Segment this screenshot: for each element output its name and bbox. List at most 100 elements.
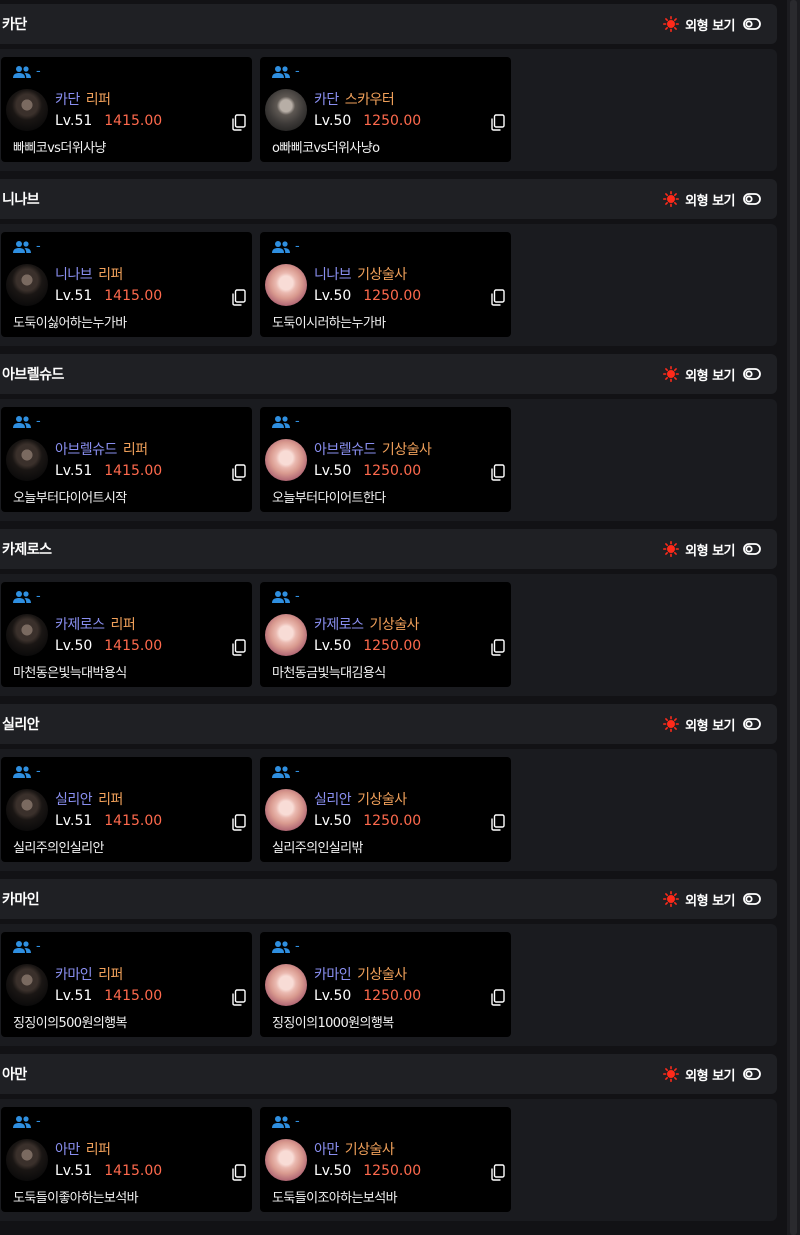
copy-icon[interactable] [232, 114, 246, 131]
server-title: 아만 [2, 1067, 27, 1083]
copy-icon[interactable] [491, 989, 505, 1006]
appearance-toggle[interactable]: 외형 보기 [663, 715, 761, 734]
users-icon [13, 416, 31, 428]
character-info: 실리안 리퍼 [55, 789, 123, 809]
copy-icon[interactable] [232, 464, 246, 481]
appearance-toggle[interactable]: 외형 보기 [663, 1065, 761, 1084]
character-name: o빠삐코vs더위사냥o [272, 141, 380, 156]
server-section: 실리안 외형 보기 - 실리안 리퍼 Lv.51 1415.00 실리주의인실리… [0, 704, 777, 871]
party-row: - [12, 590, 41, 604]
character-card[interactable]: - 카단 리퍼 Lv.51 1415.00 빠삐코vs더위사냥 [1, 57, 252, 162]
server-name: 카마인 [55, 967, 93, 983]
copy-icon[interactable] [491, 639, 505, 656]
class-name: 기상술사 [369, 617, 420, 633]
character-card[interactable]: - 아브렐슈드 기상술사 Lv.50 1250.00 오늘부터다이어트한다 [260, 407, 511, 512]
copy-icon[interactable] [232, 1164, 246, 1181]
toggle-off-icon[interactable] [743, 718, 761, 730]
party-text: - [295, 239, 300, 254]
character-name: 도둑들이조아하는보석바 [272, 1191, 398, 1206]
party-row: - [12, 240, 41, 254]
copy-icon[interactable] [232, 814, 246, 831]
avatar [265, 614, 307, 656]
server-name: 아브렐슈드 [55, 442, 117, 458]
toggle-off-icon[interactable] [743, 543, 761, 555]
copy-icon[interactable] [232, 989, 246, 1006]
character-card[interactable]: - 아만 기상술사 Lv.50 1250.00 도둑들이조아하는보석바 [260, 1107, 511, 1212]
users-icon [272, 416, 290, 428]
copy-icon[interactable] [232, 639, 246, 656]
character-card[interactable]: - 아브렐슈드 리퍼 Lv.51 1415.00 오늘부터다이어트시작 [1, 407, 252, 512]
character-level: Lv.50 [314, 113, 352, 129]
server-title: 카단 [2, 17, 27, 33]
appearance-toggle[interactable]: 외형 보기 [663, 15, 761, 34]
users-icon [272, 66, 290, 78]
item-level: 1250.00 [363, 813, 422, 829]
party-text: - [36, 764, 41, 779]
section-body: - 카제로스 리퍼 Lv.50 1415.00 마천동은빛늑대박용식 - 카제로스 기… [0, 574, 777, 696]
scrollbar[interactable] [787, 0, 800, 1235]
appearance-toggle[interactable]: 외형 보기 [663, 540, 761, 559]
party-text: - [36, 1114, 41, 1129]
class-name: 기상술사 [357, 967, 407, 983]
users-icon [272, 241, 290, 253]
character-info: 카마인 리퍼 [55, 964, 123, 984]
party-row: - [271, 65, 300, 79]
copy-icon[interactable] [491, 1164, 505, 1181]
appearance-toggle[interactable]: 외형 보기 [663, 365, 761, 384]
level-row: Lv.51 1415.00 [55, 288, 162, 304]
class-name: 리퍼 [98, 792, 123, 808]
character-card[interactable]: - 카제로스 리퍼 Lv.50 1415.00 마천동은빛늑대박용식 [1, 582, 252, 687]
users-icon [13, 941, 31, 953]
server-section: 카단 외형 보기 - 카단 리퍼 Lv.51 1415.00 빠삐코vs더위사냥… [0, 4, 777, 171]
copy-icon[interactable] [491, 814, 505, 831]
appearance-toggle-label: 외형 보기 [685, 543, 735, 559]
party-text: - [295, 1114, 300, 1129]
toggle-off-icon[interactable] [743, 18, 761, 30]
character-name: 도둑이싫어하는누가바 [13, 316, 127, 331]
appearance-toggle[interactable]: 외형 보기 [663, 190, 761, 209]
copy-icon[interactable] [491, 114, 505, 131]
server-name: 카제로스 [314, 617, 364, 633]
level-row: Lv.51 1415.00 [55, 988, 162, 1004]
server-name: 아만 [314, 1142, 339, 1158]
users-icon [13, 66, 31, 78]
level-row: Lv.50 1250.00 [314, 1163, 421, 1179]
toggle-off-icon[interactable] [743, 893, 761, 905]
section-body: - 니나브 리퍼 Lv.51 1415.00 도둑이싫어하는누가바 - 니나브 기상술… [0, 224, 777, 346]
character-info: 아브렐슈드 리퍼 [55, 439, 148, 459]
character-card[interactable]: - 아만 리퍼 Lv.51 1415.00 도둑들이좋아하는보석바 [1, 1107, 252, 1212]
character-card[interactable]: - 카단 스카우터 Lv.50 1250.00 o빠삐코vs더위사냥o [260, 57, 511, 162]
character-info: 카마인 기상술사 [314, 964, 407, 984]
toggle-off-icon[interactable] [743, 368, 761, 380]
character-info: 니나브 리퍼 [55, 264, 123, 284]
character-card[interactable]: - 실리안 기상술사 Lv.50 1250.00 실리주의인실리밖 [260, 757, 511, 862]
server-title: 니나브 [2, 192, 40, 208]
avatar [6, 1139, 48, 1181]
character-info: 아만 기상술사 [314, 1139, 395, 1159]
class-name: 리퍼 [85, 1142, 111, 1158]
character-card[interactable]: - 실리안 리퍼 Lv.51 1415.00 실리주의인실리안 [1, 757, 252, 862]
sun-icon [663, 1066, 680, 1082]
character-level: Lv.50 [55, 638, 93, 654]
toggle-off-icon[interactable] [743, 193, 761, 205]
party-row: - [271, 590, 300, 604]
scrollbar-thumb[interactable] [790, 0, 797, 1235]
character-card[interactable]: - 니나브 기상술사 Lv.50 1250.00 도둑이시러하는누가바 [260, 232, 511, 337]
party-text: - [36, 589, 41, 604]
appearance-toggle[interactable]: 외형 보기 [663, 890, 761, 909]
character-card[interactable]: - 카제로스 기상술사 Lv.50 1250.00 마천동금빛늑대김용식 [260, 582, 511, 687]
party-row: - [12, 1115, 41, 1129]
avatar [6, 264, 48, 306]
copy-icon[interactable] [491, 464, 505, 481]
character-card[interactable]: - 카마인 기상술사 Lv.50 1250.00 징징이의1000원의행복 [260, 932, 511, 1037]
party-row: - [271, 415, 300, 429]
copy-icon[interactable] [491, 289, 505, 306]
copy-icon[interactable] [232, 289, 246, 306]
party-text: - [295, 589, 300, 604]
character-card[interactable]: - 카마인 리퍼 Lv.51 1415.00 징징이의500원의행복 [1, 932, 252, 1037]
server-section: 카마인 외형 보기 - 카마인 리퍼 Lv.51 1415.00 징징이의500… [0, 879, 777, 1046]
server-name: 카마인 [314, 967, 352, 983]
server-name: 니나브 [55, 267, 93, 283]
character-card[interactable]: - 니나브 리퍼 Lv.51 1415.00 도둑이싫어하는누가바 [1, 232, 252, 337]
toggle-off-icon[interactable] [743, 1068, 761, 1080]
